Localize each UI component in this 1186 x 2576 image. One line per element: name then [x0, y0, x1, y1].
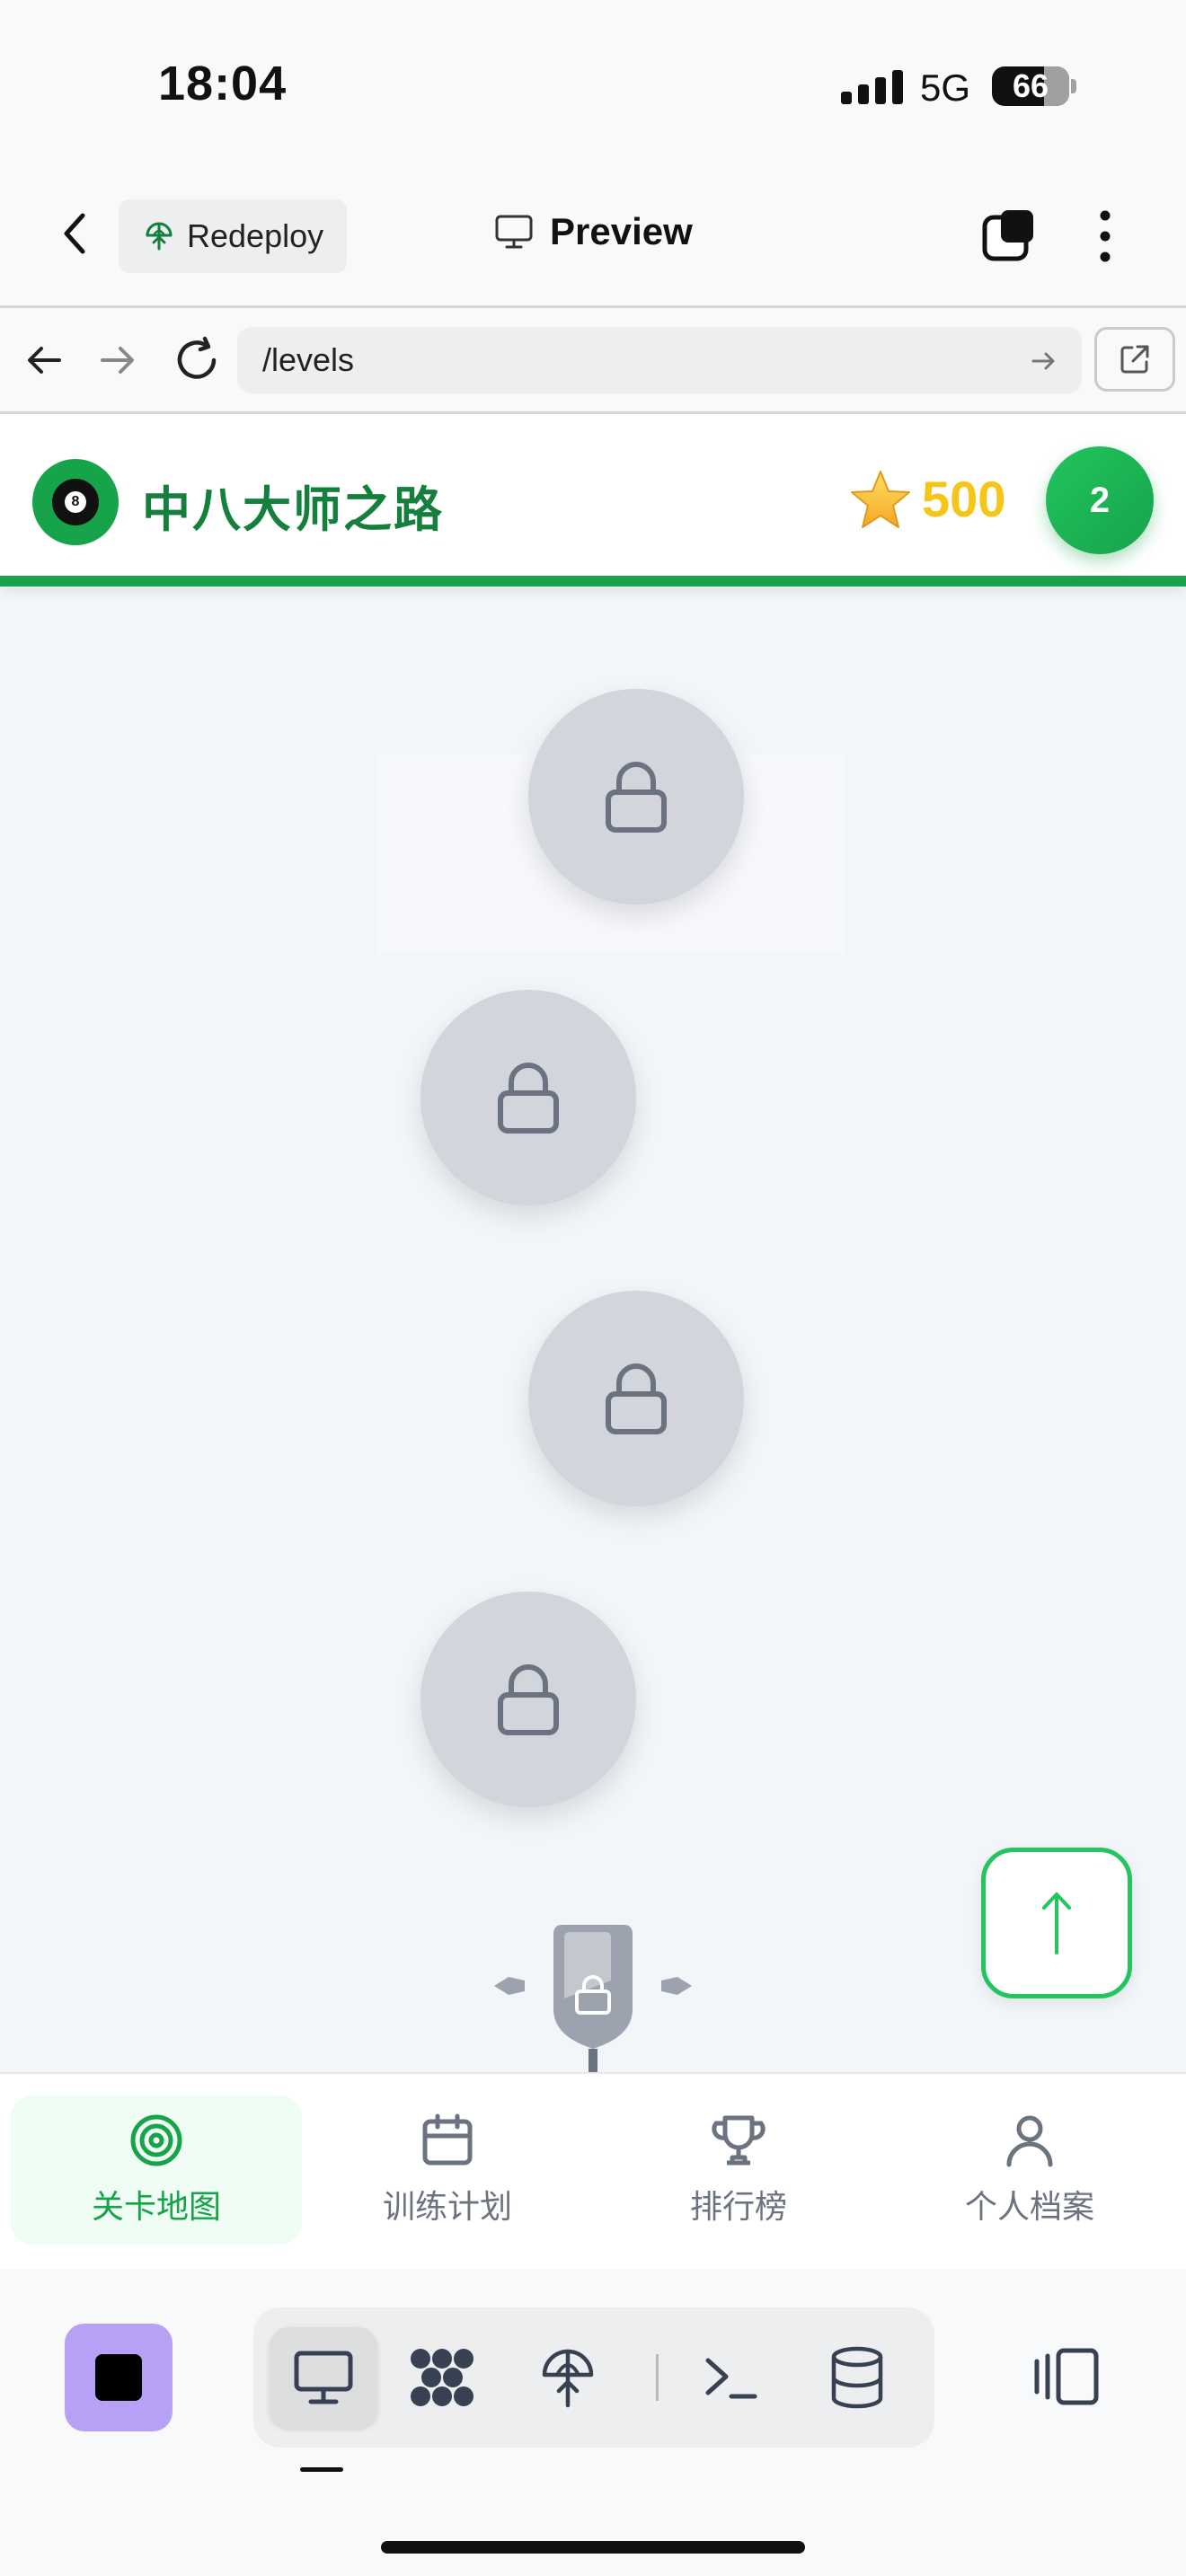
boss-level-node[interactable] [489, 1923, 697, 2072]
external-link-icon [1120, 345, 1149, 374]
star-icon [848, 468, 913, 533]
stop-button[interactable] [65, 2324, 173, 2431]
redeploy-button[interactable]: Redeploy [119, 199, 347, 273]
site-tab-bar: 关卡地图 训练计划 排行榜 个人档案 [0, 2072, 1186, 2270]
monitor-icon [294, 2351, 353, 2404]
terminal-icon [705, 2358, 757, 2399]
level-node-locked[interactable] [420, 1592, 636, 1807]
arrow-up-icon [1042, 1892, 1071, 1954]
url-input[interactable]: /levels [237, 327, 1082, 393]
agent-icon [411, 2349, 474, 2406]
tab-profile[interactable]: 个人档案 [884, 2095, 1175, 2245]
arrow-right-icon [101, 347, 134, 374]
level-node-locked[interactable] [528, 689, 744, 904]
battery-nub [1071, 79, 1076, 93]
deploy-icon [146, 222, 173, 251]
back-button[interactable] [56, 208, 95, 259]
tab-label: 个人档案 [964, 2189, 1094, 2226]
scroll-to-top-button[interactable] [981, 1848, 1132, 1998]
lock-icon [606, 1363, 667, 1434]
preview-label: Preview [550, 210, 693, 252]
panel-toggle-button[interactable] [1030, 2340, 1103, 2413]
signal-icon [841, 70, 903, 104]
preview-title: Preview [494, 210, 693, 253]
deploy-tool-button[interactable] [514, 2327, 622, 2428]
site-header: 8 中八大师之路 500 2 [0, 414, 1186, 587]
battery-icon: 66 [992, 66, 1069, 106]
points-value: 500 [922, 471, 1006, 527]
tabs-button[interactable] [981, 208, 1037, 264]
arrow-right-icon [1031, 352, 1055, 370]
tabs-icon [982, 210, 1033, 261]
lock-icon [498, 1664, 559, 1735]
target-icon [130, 2114, 182, 2166]
calendar-icon [422, 2113, 473, 2166]
network-type: 5G [920, 66, 971, 109]
billiard-ball-icon: 8 [52, 479, 99, 525]
tab-label: 训练计划 [382, 2189, 512, 2226]
tab-training-plan[interactable]: 训练计划 [302, 2095, 593, 2245]
deploy-icon [542, 2349, 594, 2408]
tab-level-map[interactable]: 关卡地图 [11, 2095, 302, 2245]
more-options-button[interactable] [1089, 208, 1121, 264]
browser-forward-button[interactable] [97, 340, 138, 381]
web-page: 8 中八大师之路 500 2 [0, 414, 1186, 2072]
database-tool-button[interactable] [803, 2327, 911, 2428]
user-icon [1006, 2115, 1053, 2167]
level-node-locked[interactable] [528, 1291, 744, 1506]
level-badge[interactable]: 2 [1046, 446, 1154, 554]
dev-toolbar [0, 2270, 1186, 2576]
chevron-left-icon [64, 213, 85, 254]
tab-label: 关卡地图 [91, 2189, 221, 2226]
app-logo: 8 [32, 459, 119, 545]
trophy-icon [712, 2115, 766, 2166]
reload-icon [177, 336, 217, 379]
stop-icon [95, 2354, 142, 2401]
preview-tool-button[interactable] [270, 2327, 377, 2428]
redeploy-label: Redeploy [187, 217, 324, 254]
reload-button[interactable] [173, 336, 221, 384]
site-title: 中八大师之路 [142, 481, 444, 538]
active-tool-indicator [300, 2467, 343, 2472]
lock-icon [498, 1063, 559, 1134]
lock-icon [606, 762, 667, 833]
level-node-locked[interactable] [420, 990, 636, 1205]
tool-group [253, 2307, 934, 2448]
more-vertical-icon [1100, 210, 1111, 262]
toolbar-separator [656, 2354, 659, 2401]
tab-leaderboard[interactable]: 排行榜 [593, 2095, 884, 2245]
url-text: /levels [262, 341, 355, 378]
boss-lock-icon [494, 1925, 692, 2072]
terminal-tool-button[interactable] [677, 2327, 785, 2428]
monitor-icon [495, 215, 533, 249]
tab-label: 排行榜 [689, 2189, 787, 2226]
url-go-button[interactable] [1030, 347, 1058, 375]
status-time: 18:04 [158, 57, 288, 110]
battery-level: 66 [1012, 67, 1049, 104]
open-external-button[interactable] [1094, 327, 1175, 392]
header-divider [0, 305, 1186, 308]
home-indicator [381, 2541, 805, 2554]
arrow-left-icon [28, 347, 61, 374]
panel-icon [1034, 2348, 1099, 2405]
agent-tool-button[interactable] [388, 2327, 496, 2428]
database-icon [831, 2346, 883, 2409]
browser-back-button[interactable] [23, 340, 65, 381]
